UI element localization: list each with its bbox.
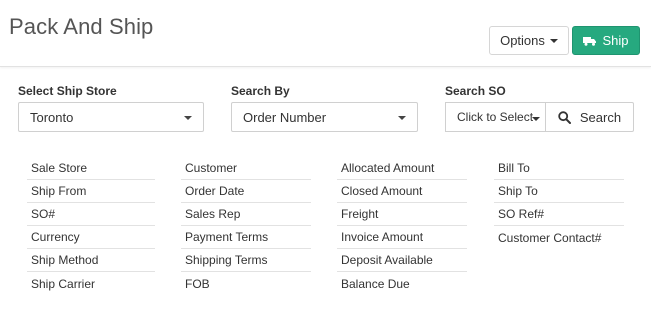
truck-icon (583, 36, 597, 46)
search-by-label: Search By (231, 84, 290, 98)
chevron-down-icon (398, 116, 406, 120)
field-ship-carrier: Ship Carrier (31, 276, 96, 291)
field-balance-due: Balance Due (341, 276, 410, 291)
field-allocated-amount: Allocated Amount (337, 157, 467, 180)
field-fob: FOB (185, 276, 210, 291)
field-ship-method: Ship Method (27, 249, 155, 272)
search-so-select[interactable]: Click to Select (445, 102, 546, 132)
field-order-date: Order Date (181, 180, 311, 203)
chevron-down-icon (532, 117, 540, 121)
page-title: Pack And Ship (9, 14, 154, 39)
field-bill-to: Bill To (494, 157, 624, 180)
field-ship-to: Ship To (494, 180, 624, 203)
ship-store-select[interactable]: Toronto (18, 102, 204, 132)
options-button-label: Options (500, 33, 545, 48)
search-so-placeholder: Click to Select (457, 110, 534, 124)
field-so-number: SO# (27, 203, 155, 226)
field-invoice-amount: Invoice Amount (337, 226, 467, 249)
field-customer: Customer (181, 157, 311, 180)
search-button[interactable]: Search (545, 102, 634, 132)
field-sales-rep: Sales Rep (181, 203, 311, 226)
field-customer-contact: Customer Contact# (498, 230, 602, 245)
field-sale-store: Sale Store (27, 157, 155, 180)
chevron-down-icon (549, 38, 558, 43)
search-button-label: Search (579, 109, 622, 125)
page-header: Pack And Ship Options Ship (0, 0, 651, 67)
field-currency: Currency (27, 226, 155, 249)
ship-store-label: Select Ship Store (18, 84, 117, 98)
chevron-down-icon (184, 116, 192, 120)
field-so-ref: SO Ref# (494, 203, 624, 226)
ship-button-label: Ship (602, 33, 629, 48)
field-freight: Freight (337, 203, 467, 226)
field-ship-from: Ship From (27, 180, 155, 203)
ship-store-value: Toronto (30, 109, 74, 125)
search-by-value: Order Number (243, 109, 327, 125)
field-closed-amount: Closed Amount (337, 180, 467, 203)
field-deposit-available: Deposit Available (337, 249, 467, 272)
ship-button[interactable]: Ship (572, 26, 640, 55)
search-by-select[interactable]: Order Number (231, 102, 418, 132)
field-shipping-terms: Shipping Terms (181, 249, 311, 272)
options-dropdown-button[interactable]: Options (489, 26, 569, 55)
search-so-label: Search SO (445, 84, 506, 98)
search-icon (558, 110, 571, 124)
field-payment-terms: Payment Terms (181, 226, 311, 249)
